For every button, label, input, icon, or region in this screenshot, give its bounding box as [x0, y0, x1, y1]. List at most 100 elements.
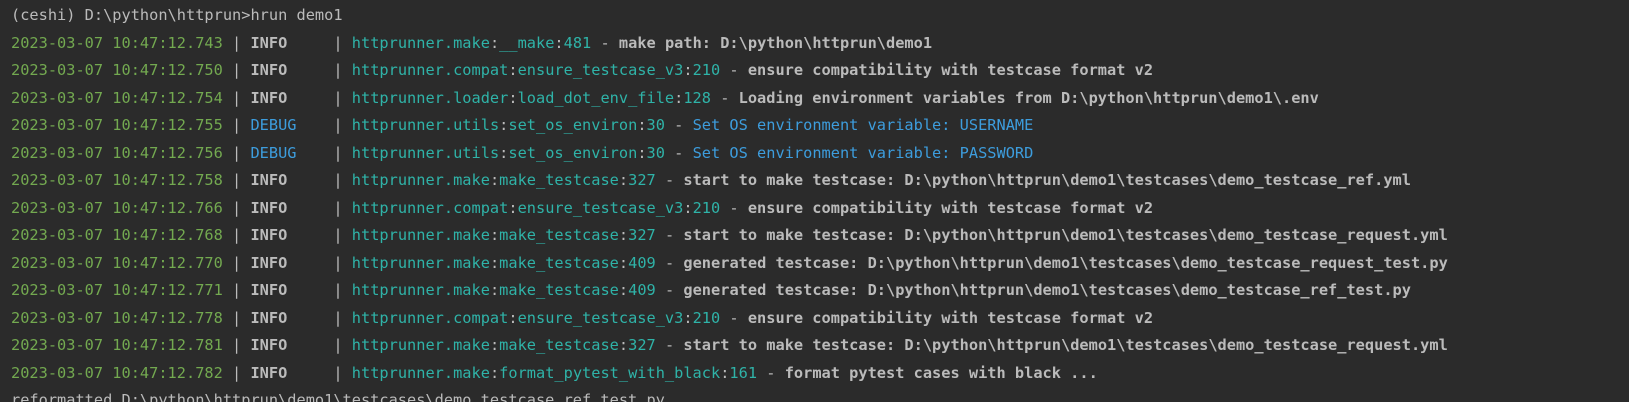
log-lineno: 210: [692, 308, 721, 327]
log-line: 2023-03-07 10:47:12.758 | INFO | httprun…: [11, 167, 1629, 195]
log-timestamp: 2023-03-07 10:47:12.743: [11, 33, 223, 52]
log-lines: 2023-03-07 10:47:12.743 | INFO | httprun…: [11, 30, 1629, 388]
log-separator: |: [287, 281, 352, 299]
log-colon: :: [508, 308, 518, 327]
log-level: INFO: [250, 336, 288, 354]
log-function: __make: [499, 33, 555, 52]
log-function: make_testcase: [499, 253, 619, 272]
log-level: INFO: [250, 363, 288, 382]
log-separator: |: [222, 88, 251, 107]
log-colon: :: [674, 88, 684, 107]
log-timestamp: 2023-03-07 10:47:12.758: [11, 171, 223, 189]
log-line: 2023-03-07 10:47:12.756 | DEBUG | httpru…: [11, 140, 1629, 168]
log-module: httprunner.make: [351, 33, 490, 52]
log-level: INFO: [250, 281, 288, 299]
log-level: DEBUG: [250, 116, 297, 134]
log-message: generated testcase: D:\python\httprun\de…: [683, 253, 1448, 272]
log-colon: :: [499, 116, 509, 134]
log-function: make_testcase: [499, 336, 619, 354]
log-separator: |: [287, 226, 352, 244]
log-timestamp: 2023-03-07 10:47:12.768: [11, 226, 223, 244]
log-separator: |: [222, 61, 251, 79]
log-module: httprunner.utils: [351, 143, 500, 162]
log-timestamp: 2023-03-07 10:47:12.766: [11, 198, 223, 217]
log-dash: -: [710, 88, 739, 107]
log-colon: :: [489, 363, 500, 382]
log-level: DEBUG: [250, 143, 297, 162]
log-line: 2023-03-07 10:47:12.766 | INFO | httprun…: [11, 195, 1629, 223]
log-module: httprunner.make: [351, 363, 490, 382]
log-line: 2023-03-07 10:47:12.743 | INFO | httprun…: [11, 30, 1629, 58]
log-separator: |: [296, 143, 352, 162]
log-level: INFO: [250, 226, 288, 244]
log-separator: |: [287, 33, 352, 52]
log-colon: :: [489, 281, 500, 299]
log-colon: :: [683, 61, 693, 79]
log-dash: -: [655, 281, 684, 299]
log-timestamp: 2023-03-07 10:47:12.755: [11, 116, 223, 134]
log-lineno: 210: [692, 61, 721, 79]
log-separator: |: [222, 281, 251, 299]
log-message: ensure compatibility with testcase forma…: [747, 61, 1154, 79]
log-timestamp: 2023-03-07 10:47:12.778: [11, 308, 223, 327]
log-message: format pytest cases with black ...: [784, 363, 1098, 382]
log-message: make path: D:\python\httprun\demo1: [618, 33, 933, 52]
log-colon: :: [637, 116, 647, 134]
log-message: start to make testcase: D:\python\httpru…: [683, 226, 1448, 244]
log-lineno: 409: [628, 281, 656, 299]
log-timestamp: 2023-03-07 10:47:12.754: [11, 88, 223, 107]
log-module: httprunner.utils: [351, 116, 500, 134]
log-timestamp: 2023-03-07 10:47:12.750: [11, 61, 223, 79]
log-separator: |: [222, 116, 251, 134]
reformatted-line: reformatted D:\python\httprun\demo1\test…: [11, 391, 665, 402]
log-line: 2023-03-07 10:47:12.768 | INFO | httprun…: [11, 222, 1629, 250]
log-level: INFO: [250, 171, 288, 189]
log-module: httprunner.make: [351, 253, 490, 272]
log-lineno: 30: [646, 143, 665, 162]
log-lineno: 327: [628, 171, 656, 189]
log-function: set_os_environ: [508, 143, 638, 162]
log-lineno: 327: [628, 226, 656, 244]
log-message: Loading environment variables from D:\py…: [738, 88, 1319, 107]
log-function: make_testcase: [499, 226, 619, 244]
log-separator: |: [222, 336, 251, 354]
log-function: make_testcase: [499, 171, 619, 189]
log-module: httprunner.make: [351, 226, 490, 244]
log-lineno: 481: [563, 33, 592, 52]
log-dash: -: [757, 363, 785, 382]
log-colon: :: [489, 33, 500, 52]
log-separator: |: [222, 33, 251, 52]
log-separator: |: [287, 198, 352, 217]
log-level: INFO: [250, 33, 288, 52]
log-message: start to make testcase: D:\python\httpru…: [683, 171, 1411, 189]
log-separator: |: [287, 253, 352, 272]
log-timestamp: 2023-03-07 10:47:12.782: [11, 363, 223, 382]
log-module: httprunner.make: [351, 171, 490, 189]
log-level: INFO: [250, 253, 288, 272]
log-separator: |: [222, 253, 251, 272]
log-module: httprunner.compat: [351, 61, 509, 79]
log-module: httprunner.make: [351, 336, 490, 354]
terminal-output[interactable]: (ceshi) D:\python\httprun>hrun demo1 202…: [0, 0, 1629, 402]
log-module: httprunner.loader: [351, 88, 509, 107]
log-separator: |: [222, 363, 251, 382]
log-function: ensure_testcase_v3: [517, 198, 684, 217]
log-line: 2023-03-07 10:47:12.754 | INFO | httprun…: [11, 85, 1629, 113]
log-lineno: 327: [628, 336, 656, 354]
log-lineno: 161: [729, 363, 758, 382]
log-dash: -: [655, 171, 684, 189]
log-colon: :: [618, 171, 629, 189]
log-colon: :: [508, 198, 518, 217]
log-colon: :: [489, 226, 500, 244]
log-colon: :: [618, 336, 629, 354]
log-separator: |: [222, 226, 251, 244]
log-colon: :: [554, 33, 564, 52]
log-colon: :: [499, 143, 509, 162]
log-separator: |: [287, 171, 352, 189]
log-separator: |: [296, 116, 352, 134]
log-timestamp: 2023-03-07 10:47:12.771: [11, 281, 223, 299]
log-module: httprunner.compat: [351, 308, 509, 327]
log-separator: |: [287, 308, 352, 327]
log-message: Set OS environment variable: PASSWORD: [692, 143, 1034, 162]
log-colon: :: [489, 171, 500, 189]
